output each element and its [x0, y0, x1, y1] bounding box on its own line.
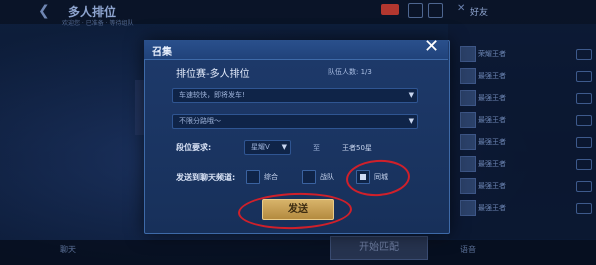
message-select-value: 车速较快，即将发车!	[179, 91, 245, 99]
channel-label-team: 战队	[320, 173, 334, 181]
chevron-down-icon: ▼	[408, 117, 414, 125]
friend-name: 最强王者	[478, 72, 506, 80]
friend-row[interactable]: 荣耀王者	[448, 44, 596, 64]
channel-checkbox-general[interactable]	[246, 170, 260, 184]
start-match-button[interactable]: 开始匹配	[330, 236, 428, 260]
rank-select-value: 星耀V	[251, 143, 270, 151]
chat-button[interactable]: 聊天	[60, 244, 76, 255]
invite-button[interactable]	[576, 71, 592, 82]
avatar	[460, 112, 476, 128]
send-button[interactable]: 发送	[262, 199, 334, 220]
chevron-down-icon: ▼	[281, 143, 287, 151]
avatar	[460, 134, 476, 150]
invite-button[interactable]	[576, 49, 592, 60]
friend-row[interactable]: 最强王者	[448, 110, 596, 130]
friend-name: 荣耀王者	[478, 50, 506, 58]
chevron-down-icon: ▼	[408, 91, 414, 99]
close-icon[interactable]: ✕	[424, 38, 439, 56]
channel-checkbox-team[interactable]	[302, 170, 316, 184]
message-select[interactable]: 车速较快，即将发车! ▼	[172, 88, 418, 103]
settings-icon[interactable]	[408, 3, 423, 18]
mail-badge-icon[interactable]	[381, 4, 399, 15]
dialog-header	[144, 40, 448, 60]
friend-name: 最强王者	[478, 116, 506, 124]
team-count: 队伍人数: 1/3	[328, 68, 372, 76]
menu-icon[interactable]	[428, 3, 443, 18]
friend-name: 最强王者	[478, 94, 506, 102]
invite-button[interactable]	[576, 115, 592, 126]
avatar	[460, 178, 476, 194]
friend-name: 最强王者	[478, 160, 506, 168]
friend-row[interactable]: 最强王者	[448, 66, 596, 86]
invite-button[interactable]	[576, 93, 592, 104]
friend-name: 最强王者	[478, 138, 506, 146]
back-arrow-icon[interactable]: ❮	[38, 3, 50, 19]
position-select[interactable]: 不限分路哦～ ▼	[172, 114, 418, 129]
mode-label: 排位赛-多人排位	[176, 69, 250, 80]
rank-max-value: 王者50星	[342, 144, 372, 152]
invite-button[interactable]	[576, 137, 592, 148]
friend-row[interactable]: 最强王者	[448, 154, 596, 174]
invite-button[interactable]	[576, 203, 592, 214]
avatar	[460, 200, 476, 216]
bottom-bar	[0, 240, 596, 265]
tab-friends[interactable]: 好友	[470, 5, 488, 18]
channel-label-general: 综合	[264, 173, 278, 181]
avatar	[460, 156, 476, 172]
friend-row[interactable]: 最强王者	[448, 198, 596, 218]
lobby-close-icon[interactable]: ✕	[457, 3, 465, 14]
friend-row[interactable]: 最强王者	[448, 132, 596, 152]
friend-row[interactable]: 最强王者	[448, 176, 596, 196]
lobby-status-text: 欢迎您 · 已准备 · 等待组队	[62, 20, 134, 27]
friend-name: 最强王者	[478, 182, 506, 190]
position-select-value: 不限分路哦～	[179, 117, 221, 125]
avatar	[460, 46, 476, 62]
avatar	[460, 68, 476, 84]
channel-checkbox-local[interactable]	[356, 170, 370, 184]
friend-row[interactable]: 最强王者	[448, 88, 596, 108]
rank-to-label: 至	[313, 144, 320, 152]
channel-label: 发送到聊天频道:	[176, 173, 236, 182]
invite-button[interactable]	[576, 159, 592, 170]
rank-requirement-label: 段位要求:	[176, 143, 212, 152]
invite-button[interactable]	[576, 181, 592, 192]
channel-label-local: 同城	[374, 173, 388, 181]
rank-select[interactable]: 星耀V ▼	[244, 140, 291, 155]
friend-list: 荣耀王者 最强王者 最强王者 最强王者 最强王者 最强王者 最强王者 最强王者	[448, 24, 596, 239]
friend-name: 最强王者	[478, 204, 506, 212]
dialog-title: 召集	[152, 47, 172, 58]
voice-button[interactable]: 语音	[460, 244, 476, 255]
avatar	[460, 90, 476, 106]
